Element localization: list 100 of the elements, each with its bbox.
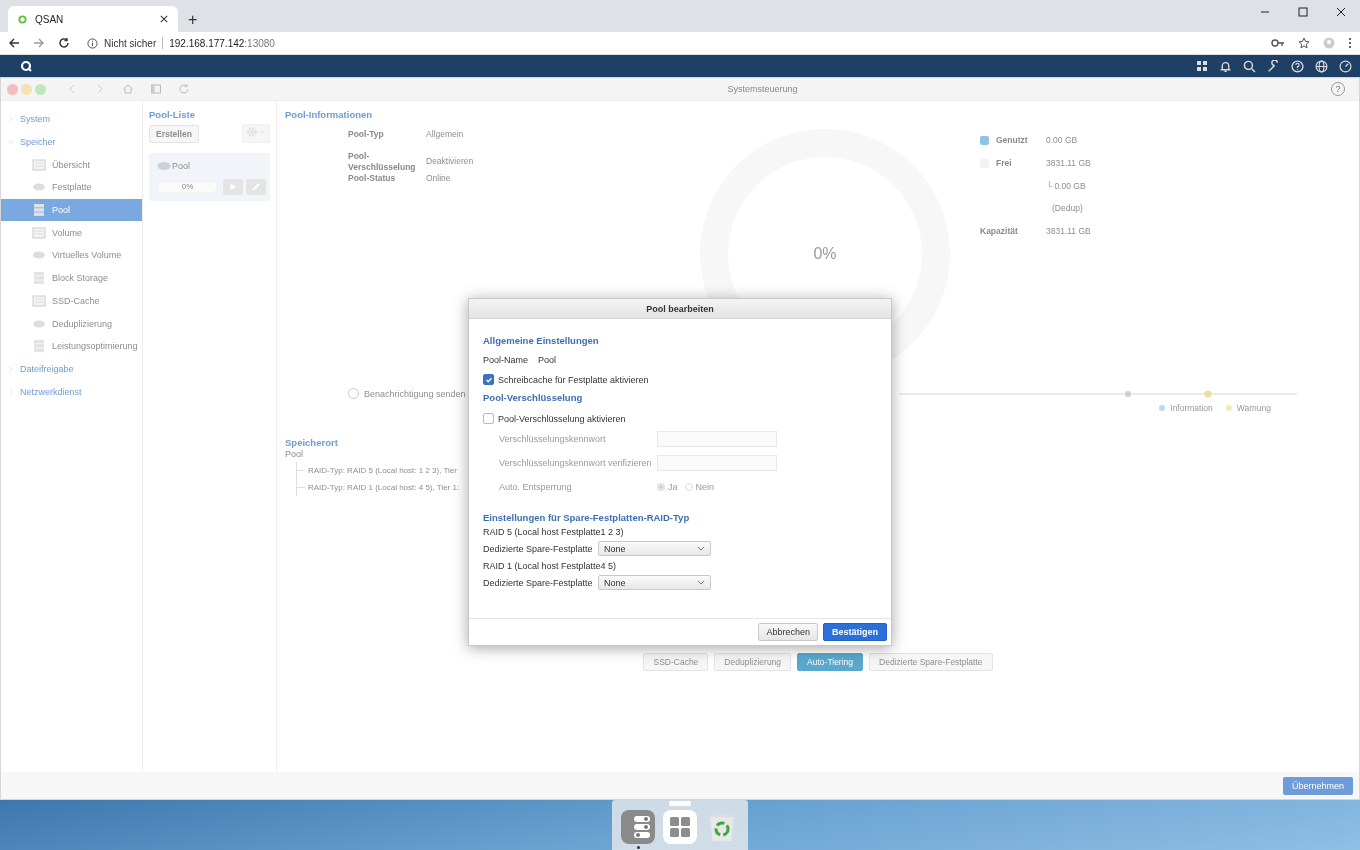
panel-icon [32, 293, 46, 308]
sidebar-item[interactable]: Festplatte [1, 176, 142, 199]
legend-label: Information [1170, 403, 1213, 413]
sidebar-item[interactable]: Deduplizierung [1, 312, 142, 335]
check-icon [484, 375, 493, 384]
pool-name: Pool [285, 449, 303, 459]
encryption-checkbox[interactable]: Pool-Verschlüsselung aktivieren [483, 413, 877, 424]
field-value: Online [426, 173, 451, 184]
legend-note: (Dedup) [1052, 203, 1083, 214]
pencil-icon [251, 182, 261, 192]
tab[interactable]: Deduplizierung [714, 653, 792, 671]
sidebar-item[interactable]: Übersicht [1, 153, 142, 177]
spare-disk-dropdown[interactable]: None [598, 541, 711, 556]
back-icon[interactable] [8, 37, 20, 49]
field-label: Pool-Typ [348, 129, 385, 140]
security-label: Nicht sicher [104, 37, 157, 49]
sidebar-item[interactable]: Virtuelles Volume [1, 244, 142, 267]
apply-button[interactable]: Übernehmen [1282, 776, 1353, 795]
new-tab-button[interactable]: + [184, 11, 202, 29]
raid-label: RAID 5 (Local host Festplatte1 2 3) [483, 527, 625, 537]
section-title: Pool-Informationen [285, 109, 373, 120]
sidebar-item[interactable]: Leistungsoptimierung [1, 334, 142, 358]
sidebar-item[interactable]: Pool [1, 198, 142, 222]
panel-icon [32, 225, 46, 240]
search-icon[interactable] [1243, 59, 1256, 73]
sidebar-item[interactable]: Block Storage [1, 266, 142, 290]
field-value: Deaktivieren [426, 155, 474, 167]
field-label: Auto. Entsperrung [499, 482, 573, 492]
write-cache-checkbox[interactable]: Schreibcache für Festplatte aktivieren [483, 374, 877, 385]
panel-icon [32, 157, 46, 172]
sidebar-item[interactable]: SSD-Cache [1, 289, 142, 313]
field-label: Verschlüsselungskennwort verifizieren [499, 458, 653, 468]
logo-icon[interactable] [20, 60, 32, 72]
star-icon[interactable] [1298, 37, 1310, 49]
gear-icon [245, 126, 267, 138]
globe-icon[interactable] [1315, 59, 1328, 73]
disk-icon [157, 161, 171, 171]
field-label: Verschlüsselungskennwort [499, 434, 607, 444]
address-field[interactable]: Nicht sicher 192.168.177.142:13080 [83, 34, 1258, 52]
browser-tab[interactable]: QSAN [8, 6, 178, 32]
progress-reading: 0% [180, 182, 195, 192]
field-label: Pool-Status [348, 173, 397, 184]
pool-name: Pool [172, 161, 190, 171]
settings-toggles-icon[interactable] [620, 809, 656, 845]
window-title: Systemsteuerung [726, 84, 799, 94]
reload-icon[interactable] [58, 37, 70, 49]
sidebar-group[interactable]: Netzwerkdienst [20, 386, 82, 397]
tab[interactable]: Auto-Tiering [797, 653, 864, 671]
legend-value: └ 0.00 GB [1046, 180, 1086, 191]
legend-value: 0.00 GB [1046, 135, 1078, 146]
close-icon[interactable] [160, 15, 168, 23]
ring-icon [18, 14, 27, 24]
field-label: Pool-Name [483, 355, 530, 365]
menu-icon[interactable] [1348, 37, 1352, 49]
sidebar-group[interactable]: Speicher [20, 137, 56, 148]
field-label: Pool-Verschlüsselung [348, 151, 417, 173]
gauge-icon[interactable] [1339, 59, 1352, 73]
sidebar-group[interactable]: Dateifreigabe [20, 363, 74, 374]
confirm-button[interactable]: Bestätigen [823, 623, 887, 641]
raid-line: RAID-Typ: RAID 5 (Local host: 1 2 3), Tier [308, 466, 457, 475]
field-label: Dedizierte Spare-Festplatte [483, 543, 594, 554]
bell-icon[interactable] [1219, 59, 1232, 73]
section-title: Speicherort [285, 437, 338, 448]
stack-icon [32, 271, 46, 286]
section-title: Pool-Liste [149, 109, 196, 120]
tab[interactable]: SSD-Cache [643, 653, 709, 671]
field-value: Pool [538, 355, 556, 365]
tab-title: QSAN [35, 13, 65, 25]
chevron-down-icon [697, 546, 705, 551]
close-icon[interactable] [1336, 7, 1346, 17]
legend-value: 3831.11 GB [1046, 158, 1091, 169]
running-indicator [636, 846, 640, 849]
stack-icon [32, 339, 46, 354]
info-icon [87, 37, 98, 49]
forward-icon[interactable] [33, 37, 45, 49]
apps-grid-icon[interactable] [662, 809, 698, 845]
chevron-down-icon [697, 580, 705, 585]
maximize-icon[interactable] [1298, 7, 1308, 17]
tab[interactable]: Dedizierte Spare-Festplatte [869, 653, 993, 671]
grid-icon[interactable] [1196, 60, 1208, 72]
cancel-button[interactable]: Abbrechen [758, 623, 818, 641]
sidebar-item[interactable]: Volume [1, 221, 142, 245]
legend-label: Warnung [1236, 403, 1271, 413]
section-title: Allgemeine Einstellungen [483, 335, 600, 346]
dialog-title: Pool bearbeiten [646, 303, 714, 314]
key-icon[interactable] [1271, 38, 1285, 48]
field-label: Dedizierte Spare-Festplatte [483, 577, 594, 588]
raid-line: RAID-Typ: RAID 1 (Local host: 4 5), Tier 1: [308, 483, 460, 492]
legend-label: Kapazität [980, 226, 1019, 237]
notification-checkbox[interactable]: Benachrichtigung senden [348, 388, 466, 399]
stack-icon [32, 203, 46, 218]
sidebar-group[interactable]: System [20, 114, 50, 125]
help-icon[interactable] [1291, 59, 1304, 73]
section-title: Pool-Verschlüsselung [483, 392, 584, 403]
url-text: 192.168.177.142:13080 [169, 37, 275, 49]
spare-disk-dropdown[interactable]: None [598, 575, 711, 590]
create-button[interactable]: Erstellen [149, 124, 199, 143]
legend-label: Genutzt [996, 135, 1029, 146]
raid-label: RAID 1 (Local host Festplatte4 5) [483, 561, 618, 571]
usage-percent: 0% [812, 245, 838, 263]
